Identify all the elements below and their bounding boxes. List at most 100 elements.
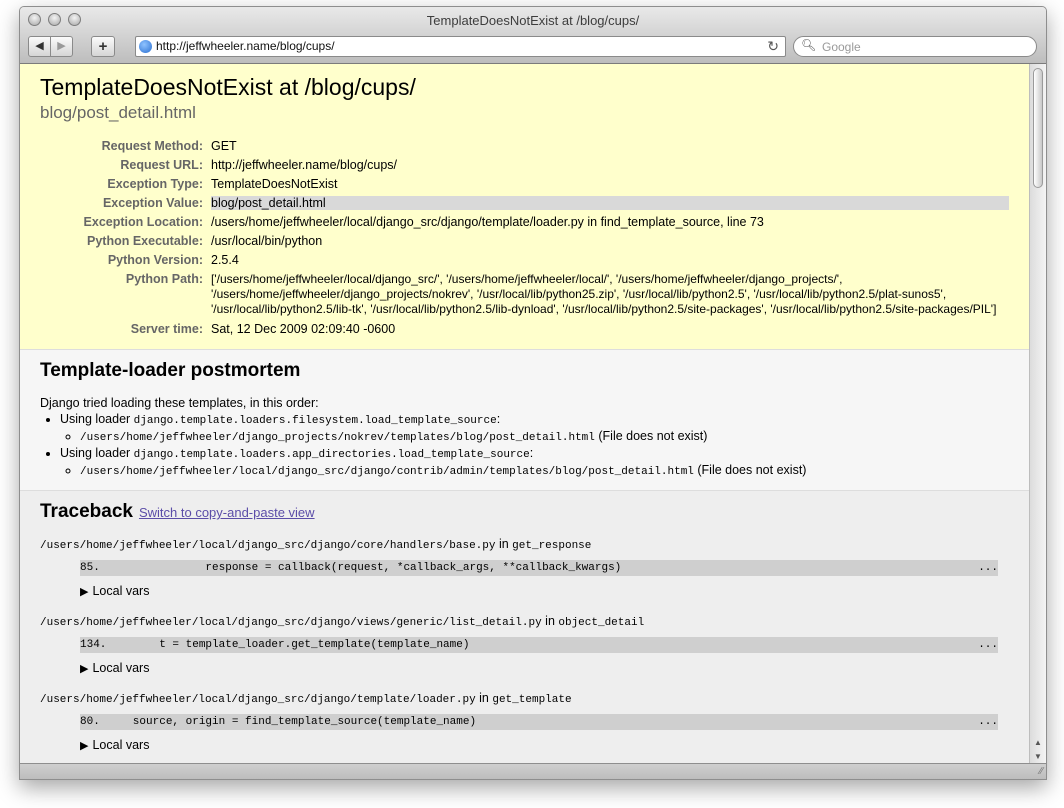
list-item: /users/home/jeffwheeler/django_projects/… xyxy=(80,429,1009,446)
reload-icon[interactable]: ↻ xyxy=(767,38,779,55)
table-row: Exception Value: blog/post_detail.html xyxy=(40,194,1009,213)
search-field[interactable]: 🔍︎ Google xyxy=(793,36,1037,57)
meta-value: 2.5.4 xyxy=(211,253,239,267)
loader-prefix: Using loader xyxy=(60,446,134,460)
local-vars-toggle[interactable]: ▶ Local vars xyxy=(80,738,1009,752)
meta-label: Python Path: xyxy=(125,272,203,286)
meta-value: /users/home/jeffwheeler/local/django_src… xyxy=(211,215,764,229)
meta-label: Python Version: xyxy=(107,253,203,267)
loader-attempts: /users/home/jeffwheeler/django_projects/… xyxy=(60,429,1009,446)
meta-value: ['/users/home/jeffwheeler/local/django_s… xyxy=(211,272,997,316)
frame-in: in xyxy=(475,691,493,705)
loader-prefix: Using loader xyxy=(60,412,134,426)
table-row: Server time: Sat, 12 Dec 2009 02:09:40 -0… xyxy=(40,320,1009,339)
disclosure-triangle-icon: ▶ xyxy=(80,740,89,752)
loader-list: Using loader django.template.loaders.fil… xyxy=(40,412,1009,480)
meta-value: Sat, 12 Dec 2009 02:09:40 -0600 xyxy=(211,322,396,336)
meta-value: blog/post_detail.html xyxy=(211,194,1009,213)
table-row: Python Path: ['/users/home/jeffwheeler/lo… xyxy=(40,270,1009,320)
forward-arrow-icon: ▶ xyxy=(57,40,66,52)
list-item: /users/home/jeffwheeler/local/django_src… xyxy=(80,463,1009,480)
frame-in: in xyxy=(495,537,513,551)
disclosure-triangle-icon: ▶ xyxy=(80,586,89,598)
list-item: Using loader django.template.loaders.fil… xyxy=(60,412,1009,446)
table-row: Python Executable: /usr/local/bin/python xyxy=(40,232,1009,251)
table-row: Request Method: GET xyxy=(40,137,1009,156)
add-bookmark-button[interactable]: + xyxy=(91,36,115,57)
scroll-down-icon[interactable]: ▼ xyxy=(1030,750,1046,764)
table-row: Request URL: http://jeffwheeler.name/blog… xyxy=(40,156,1009,175)
frame-file: /users/home/jeffwheeler/local/django_src… xyxy=(40,694,476,706)
template-path: /users/home/jeffwheeler/django_projects/… xyxy=(80,432,595,444)
template-postmortem-section: Template-loader postmortem Django tried … xyxy=(20,350,1029,491)
frame-function: get_response xyxy=(512,540,592,552)
page-content: TemplateDoesNotExist at /blog/cups/ blog… xyxy=(20,64,1029,764)
exception-value: blog/post_detail.html xyxy=(211,196,1009,210)
frame-in: in xyxy=(541,614,559,628)
section-heading: Traceback Switch to copy-and-paste view xyxy=(40,501,1009,523)
frame-location: /users/home/jeffwheeler/local/django_src… xyxy=(40,691,1009,706)
expand-context-button[interactable]: ... xyxy=(978,716,998,728)
code-text: 85. response = callback(request, *callba… xyxy=(80,562,622,574)
scroll-up-icon[interactable]: ▲ xyxy=(1030,736,1046,750)
window-title: TemplateDoesNotExist at /blog/cups/ xyxy=(426,13,640,28)
meta-label: Exception Value: xyxy=(102,196,203,210)
meta-label: Exception Location: xyxy=(83,215,203,229)
scroll-arrows[interactable]: ▲ ▼ xyxy=(1030,736,1046,764)
forward-button[interactable]: ▶ xyxy=(50,36,73,57)
browser-window: TemplateDoesNotExist at /blog/cups/ ◀ ▶ … xyxy=(19,6,1047,780)
template-status: (File does not exist) xyxy=(693,463,807,477)
frame-code-line[interactable]: 85. response = callback(request, *callba… xyxy=(80,560,998,576)
frame-function: object_detail xyxy=(558,617,645,629)
code-text: 80. source, origin = find_template_sourc… xyxy=(80,716,477,728)
template-status: (File does not exist) xyxy=(594,429,708,443)
frame-file: /users/home/jeffwheeler/local/django_src… xyxy=(40,617,542,629)
globe-icon xyxy=(139,40,152,53)
frame-function: get_template xyxy=(492,694,572,706)
meta-value: GET xyxy=(211,139,237,153)
title-bar: TemplateDoesNotExist at /blog/cups/ ◀ ▶ … xyxy=(20,7,1046,64)
back-arrow-icon: ◀ xyxy=(35,40,44,52)
address-bar[interactable]: http://jeffwheeler.name/blog/cups/ ↻ xyxy=(135,36,786,57)
disclosure-triangle-icon: ▶ xyxy=(80,663,89,675)
scrollbar-thumb[interactable] xyxy=(1033,68,1043,188)
loader-suffix: : xyxy=(496,412,501,426)
resize-grip-icon[interactable]: ∕∕ xyxy=(1040,766,1043,777)
status-bar: ∕∕ xyxy=(20,763,1046,779)
loader-name: django.template.loaders.filesystem.load_… xyxy=(133,415,497,427)
search-placeholder: Google xyxy=(822,40,861,54)
code-text: 134. t = template_loader.get_template(te… xyxy=(80,639,470,651)
local-vars-label: Local vars xyxy=(92,584,150,598)
traceback-title: Traceback xyxy=(40,501,133,522)
expand-context-button[interactable]: ... xyxy=(978,639,998,651)
copy-paste-view-link[interactable]: Switch to copy-and-paste view xyxy=(139,505,315,520)
url-text: http://jeffwheeler.name/blog/cups/ xyxy=(156,39,335,53)
loader-suffix: : xyxy=(529,446,534,460)
meta-label: Request URL: xyxy=(120,158,203,172)
template-path: /users/home/jeffwheeler/local/django_src… xyxy=(80,466,694,478)
table-row: Python Version: 2.5.4 xyxy=(40,251,1009,270)
expand-context-button[interactable]: ... xyxy=(978,562,998,574)
frame-location: /users/home/jeffwheeler/local/django_src… xyxy=(40,537,1009,552)
table-row: Exception Type: TemplateDoesNotExist xyxy=(40,175,1009,194)
meta-label: Server time: xyxy=(130,322,203,336)
meta-value: /usr/local/bin/python xyxy=(211,234,323,248)
frame-code-line[interactable]: 80. source, origin = find_template_sourc… xyxy=(80,714,998,730)
frame-code-line[interactable]: 134. t = template_loader.get_template(te… xyxy=(80,637,998,653)
error-heading: TemplateDoesNotExist at /blog/cups/ xyxy=(40,74,416,100)
plus-icon: + xyxy=(98,38,108,55)
local-vars-toggle[interactable]: ▶ Local vars xyxy=(80,584,1009,598)
frame-location: /users/home/jeffwheeler/local/django_src… xyxy=(40,614,1009,629)
section-heading: Template-loader postmortem xyxy=(40,360,301,381)
local-vars-toggle[interactable]: ▶ Local vars xyxy=(80,661,1009,675)
local-vars-label: Local vars xyxy=(92,738,150,752)
local-vars-label: Local vars xyxy=(92,661,150,675)
postmortem-intro: Django tried loading these templates, in… xyxy=(40,396,319,410)
meta-value: http://jeffwheeler.name/blog/cups/ xyxy=(211,158,397,172)
vertical-scrollbar[interactable]: ▲ ▼ xyxy=(1029,64,1046,764)
search-icon: 🔍︎ xyxy=(801,38,817,52)
meta-label: Request Method: xyxy=(101,139,203,153)
loader-name: django.template.loaders.app_directories.… xyxy=(133,449,530,461)
back-button[interactable]: ◀ xyxy=(28,36,51,57)
meta-label: Exception Type: xyxy=(107,177,203,191)
